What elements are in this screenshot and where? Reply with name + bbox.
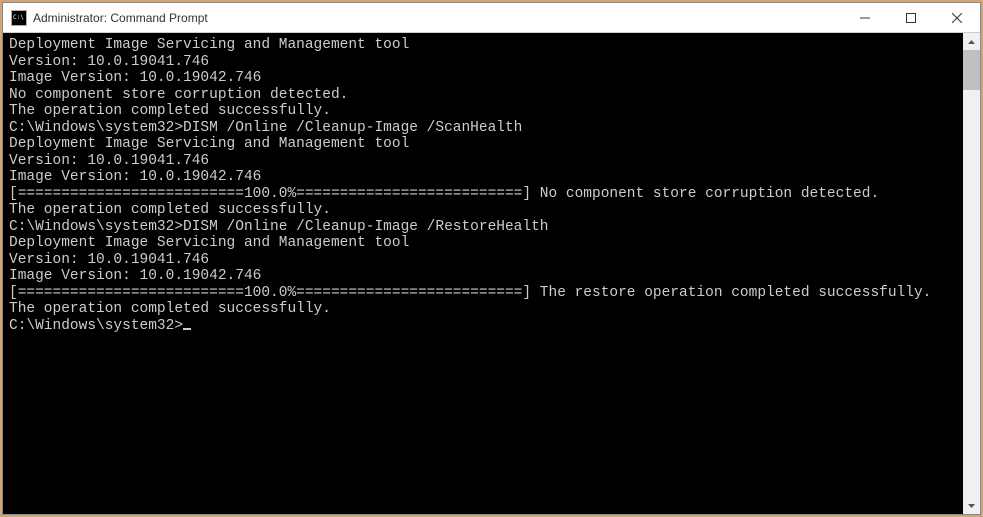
- console-line: C:\Windows\system32>: [9, 318, 963, 335]
- console-line: Version: 10.0.19041.746: [9, 153, 963, 170]
- console-line: Deployment Image Servicing and Managemen…: [9, 37, 963, 54]
- scroll-thumb[interactable]: [963, 50, 980, 90]
- console-line: Deployment Image Servicing and Managemen…: [9, 235, 963, 252]
- console-line: Version: 10.0.19041.746: [9, 252, 963, 269]
- vertical-scrollbar[interactable]: [963, 33, 980, 514]
- scroll-up-button[interactable]: [963, 33, 980, 50]
- cmd-icon: C:\: [11, 10, 27, 26]
- console-line: Image Version: 10.0.19042.746: [9, 268, 963, 285]
- command-prompt-window: C:\ Administrator: Command Prompt Deploy…: [2, 2, 981, 515]
- console-line: The operation completed successfully.: [9, 301, 963, 318]
- window-title: Administrator: Command Prompt: [33, 11, 842, 25]
- svg-text:C:\: C:\: [13, 14, 24, 21]
- console-area: Deployment Image Servicing and Managemen…: [3, 33, 980, 514]
- scroll-down-button[interactable]: [963, 497, 980, 514]
- console-line: Image Version: 10.0.19042.746: [9, 70, 963, 87]
- console-line: C:\Windows\system32>DISM /Online /Cleanu…: [9, 120, 963, 137]
- console-line: Version: 10.0.19041.746: [9, 54, 963, 71]
- titlebar[interactable]: C:\ Administrator: Command Prompt: [3, 3, 980, 33]
- console-line: No component store corruption detected.: [9, 87, 963, 104]
- cursor: [183, 328, 191, 330]
- console-line: Deployment Image Servicing and Managemen…: [9, 136, 963, 153]
- console-line: [==========================100.0%=======…: [9, 285, 963, 302]
- minimize-button[interactable]: [842, 3, 888, 33]
- console-line: [==========================100.0%=======…: [9, 186, 963, 203]
- console-line: The operation completed successfully.: [9, 103, 963, 120]
- console-line: Image Version: 10.0.19042.746: [9, 169, 963, 186]
- close-button[interactable]: [934, 3, 980, 33]
- console-output[interactable]: Deployment Image Servicing and Managemen…: [3, 33, 963, 514]
- window-controls: [842, 3, 980, 32]
- maximize-button[interactable]: [888, 3, 934, 33]
- console-line: C:\Windows\system32>DISM /Online /Cleanu…: [9, 219, 963, 236]
- console-line: The operation completed successfully.: [9, 202, 963, 219]
